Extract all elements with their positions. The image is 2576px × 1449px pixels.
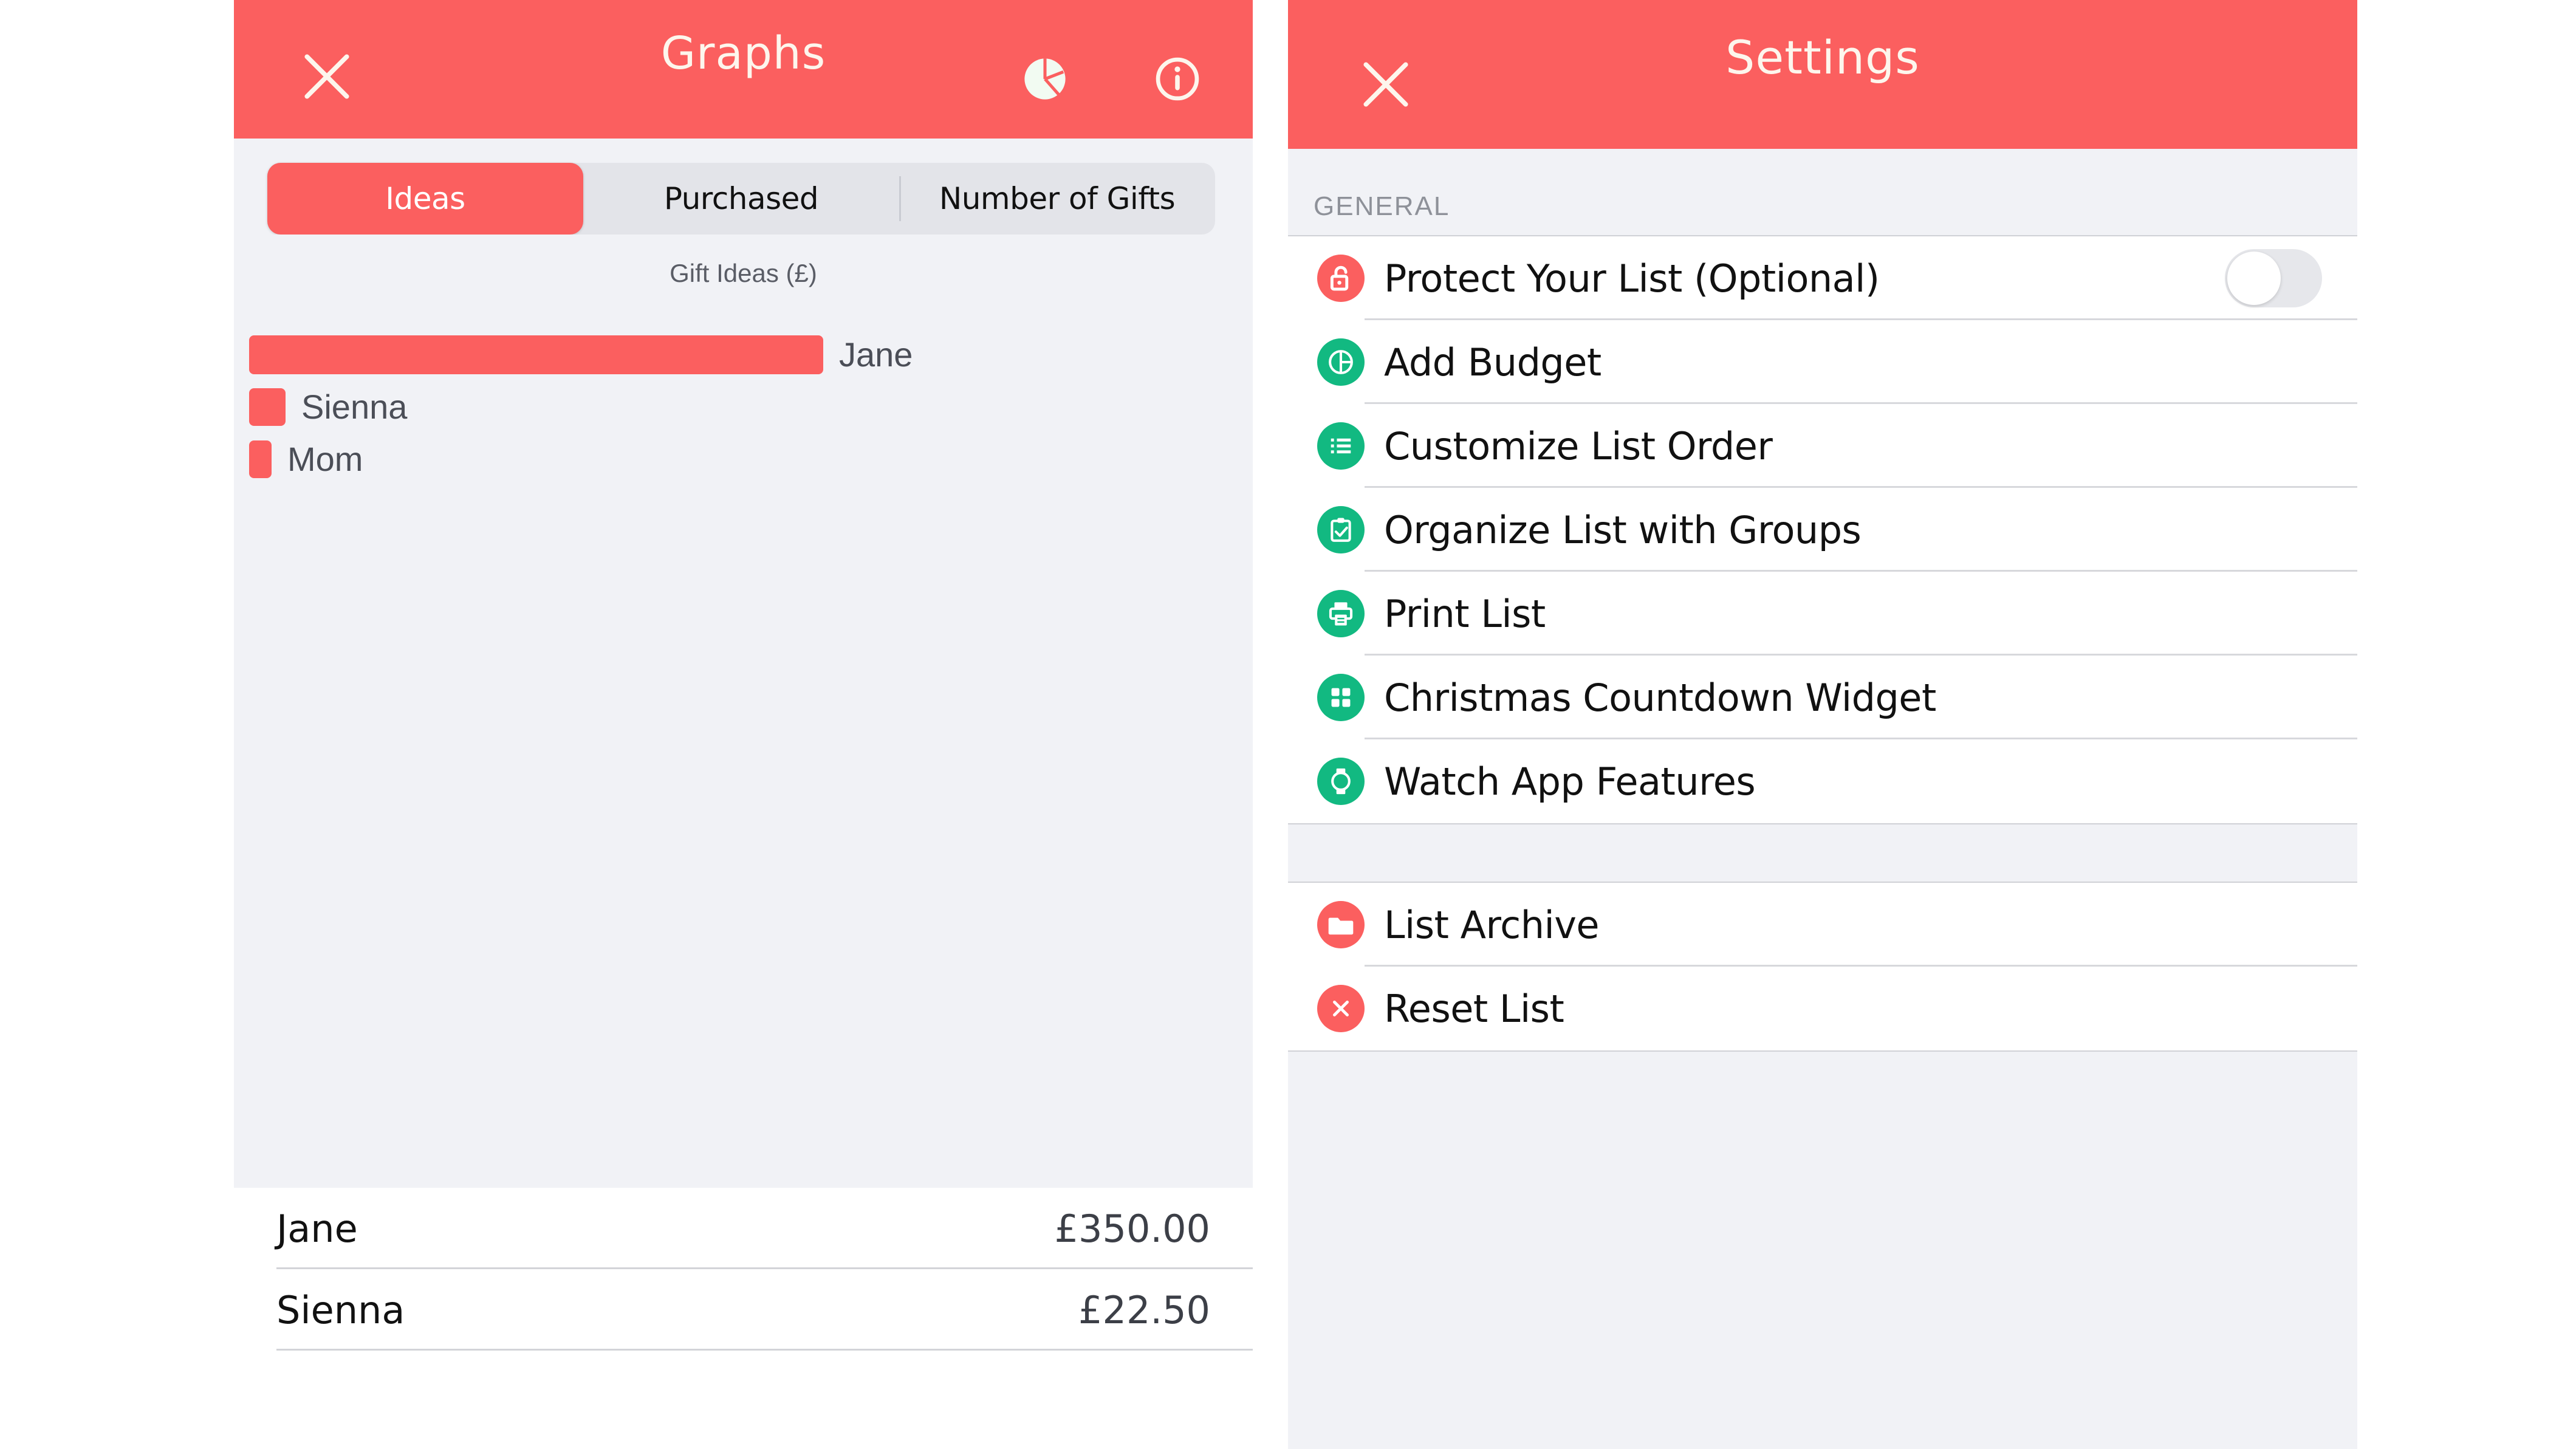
tab-purchased[interactable]: Purchased (583, 163, 899, 235)
bar-label: Mom (287, 440, 363, 478)
bar-row: Sienna (249, 387, 1253, 426)
table-row[interactable]: Jane £350.00 (276, 1188, 1253, 1269)
sidebar-item-print-list[interactable]: Print List (1288, 572, 2357, 656)
printer-icon (1317, 590, 1365, 637)
sidebar-item-watch-app-features[interactable]: Watch App Features (1288, 739, 2357, 823)
bar-label: Sienna (301, 388, 408, 426)
settings-group-archive: List Archive Reset List (1288, 882, 2357, 1052)
sidebar-item-protect-your-list[interactable]: Protect Your List (Optional) (1288, 236, 2357, 320)
x-circle-icon (1317, 985, 1365, 1032)
total-name: Sienna (276, 1287, 405, 1332)
tab-ideas[interactable]: Ideas (267, 163, 583, 235)
graphs-screen: Graphs Ideas Purchased Number of Gifts G… (234, 0, 1253, 1449)
sidebar-item-label: Protect Your List (Optional) (1384, 256, 1880, 301)
chart-bars: Jane Sienna Mom (249, 335, 1253, 492)
settings-group-general: Protect Your List (Optional) Add Budget (1288, 235, 2357, 824)
settings-navbar: Settings (1288, 0, 2357, 149)
sidebar-item-label: Add Budget (1384, 340, 1601, 385)
pie-chart-icon (1317, 338, 1365, 386)
settings-list: GENERAL Protect Your List (Optional) Add… (1288, 149, 2357, 1449)
protect-list-toggle[interactable] (2225, 249, 2322, 307)
bar-jane (249, 335, 823, 374)
table-row[interactable]: Sienna £22.50 (276, 1269, 1253, 1351)
sidebar-item-organize-list-with-groups[interactable]: Organize List with Groups (1288, 488, 2357, 572)
sidebar-item-label: Customize List Order (1384, 423, 1773, 468)
bar-mom (249, 440, 272, 478)
pie-chart-icon[interactable] (1019, 53, 1070, 104)
graphs-navbar: Graphs (234, 0, 1253, 139)
sidebar-item-christmas-countdown-widget[interactable]: Christmas Countdown Widget (1288, 656, 2357, 739)
settings-screen: Settings GENERAL Protect Your List (Opti… (1288, 0, 2357, 1449)
gift-ideas-bar-chart: Gift Ideas (£) Jane Sienna Mom (234, 235, 1253, 1188)
section-header-general: GENERAL (1314, 191, 1450, 221)
clipboard-check-icon (1317, 506, 1365, 553)
sidebar-item-list-archive[interactable]: List Archive (1288, 883, 2357, 967)
sidebar-item-add-budget[interactable]: Add Budget (1288, 320, 2357, 404)
total-amount: £22.50 (1078, 1287, 1210, 1332)
page-title: Settings (1725, 30, 1920, 84)
totals-list: Jane £350.00 Sienna £22.50 (234, 1188, 1253, 1449)
bar-row: Jane (249, 335, 1253, 374)
bar-label: Jane (839, 335, 913, 374)
section-spacer (1288, 1052, 2357, 1106)
sidebar-item-reset-list[interactable]: Reset List (1288, 967, 2357, 1050)
lock-open-icon (1317, 255, 1365, 302)
toggle-knob (2227, 252, 2281, 305)
page-title: Graphs (660, 27, 826, 80)
section-spacer (1288, 824, 2357, 882)
bar-sienna (249, 388, 286, 426)
sidebar-item-label: Reset List (1384, 986, 1564, 1031)
sidebar-item-customize-list-order[interactable]: Customize List Order (1288, 404, 2357, 488)
chart-type-segmented-control[interactable]: Ideas Purchased Number of Gifts (267, 163, 1215, 235)
total-amount: £350.00 (1054, 1206, 1210, 1251)
folder-icon (1317, 901, 1365, 948)
grid-widget-icon (1317, 674, 1365, 721)
info-circle-icon[interactable] (1152, 53, 1203, 104)
sidebar-item-label: Watch App Features (1384, 759, 1756, 804)
chart-title: Gift Ideas (£) (670, 259, 817, 287)
watch-icon (1317, 758, 1365, 805)
sidebar-item-label: List Archive (1384, 902, 1600, 947)
sidebar-item-label: Print List (1384, 591, 1546, 636)
sidebar-item-label: Christmas Countdown Widget (1384, 675, 1936, 720)
tab-number-of-gifts[interactable]: Number of Gifts (899, 163, 1215, 235)
bar-row: Mom (249, 439, 1253, 479)
total-name: Jane (276, 1206, 358, 1251)
list-icon (1317, 422, 1365, 470)
sidebar-item-label: Organize List with Groups (1384, 507, 1862, 552)
